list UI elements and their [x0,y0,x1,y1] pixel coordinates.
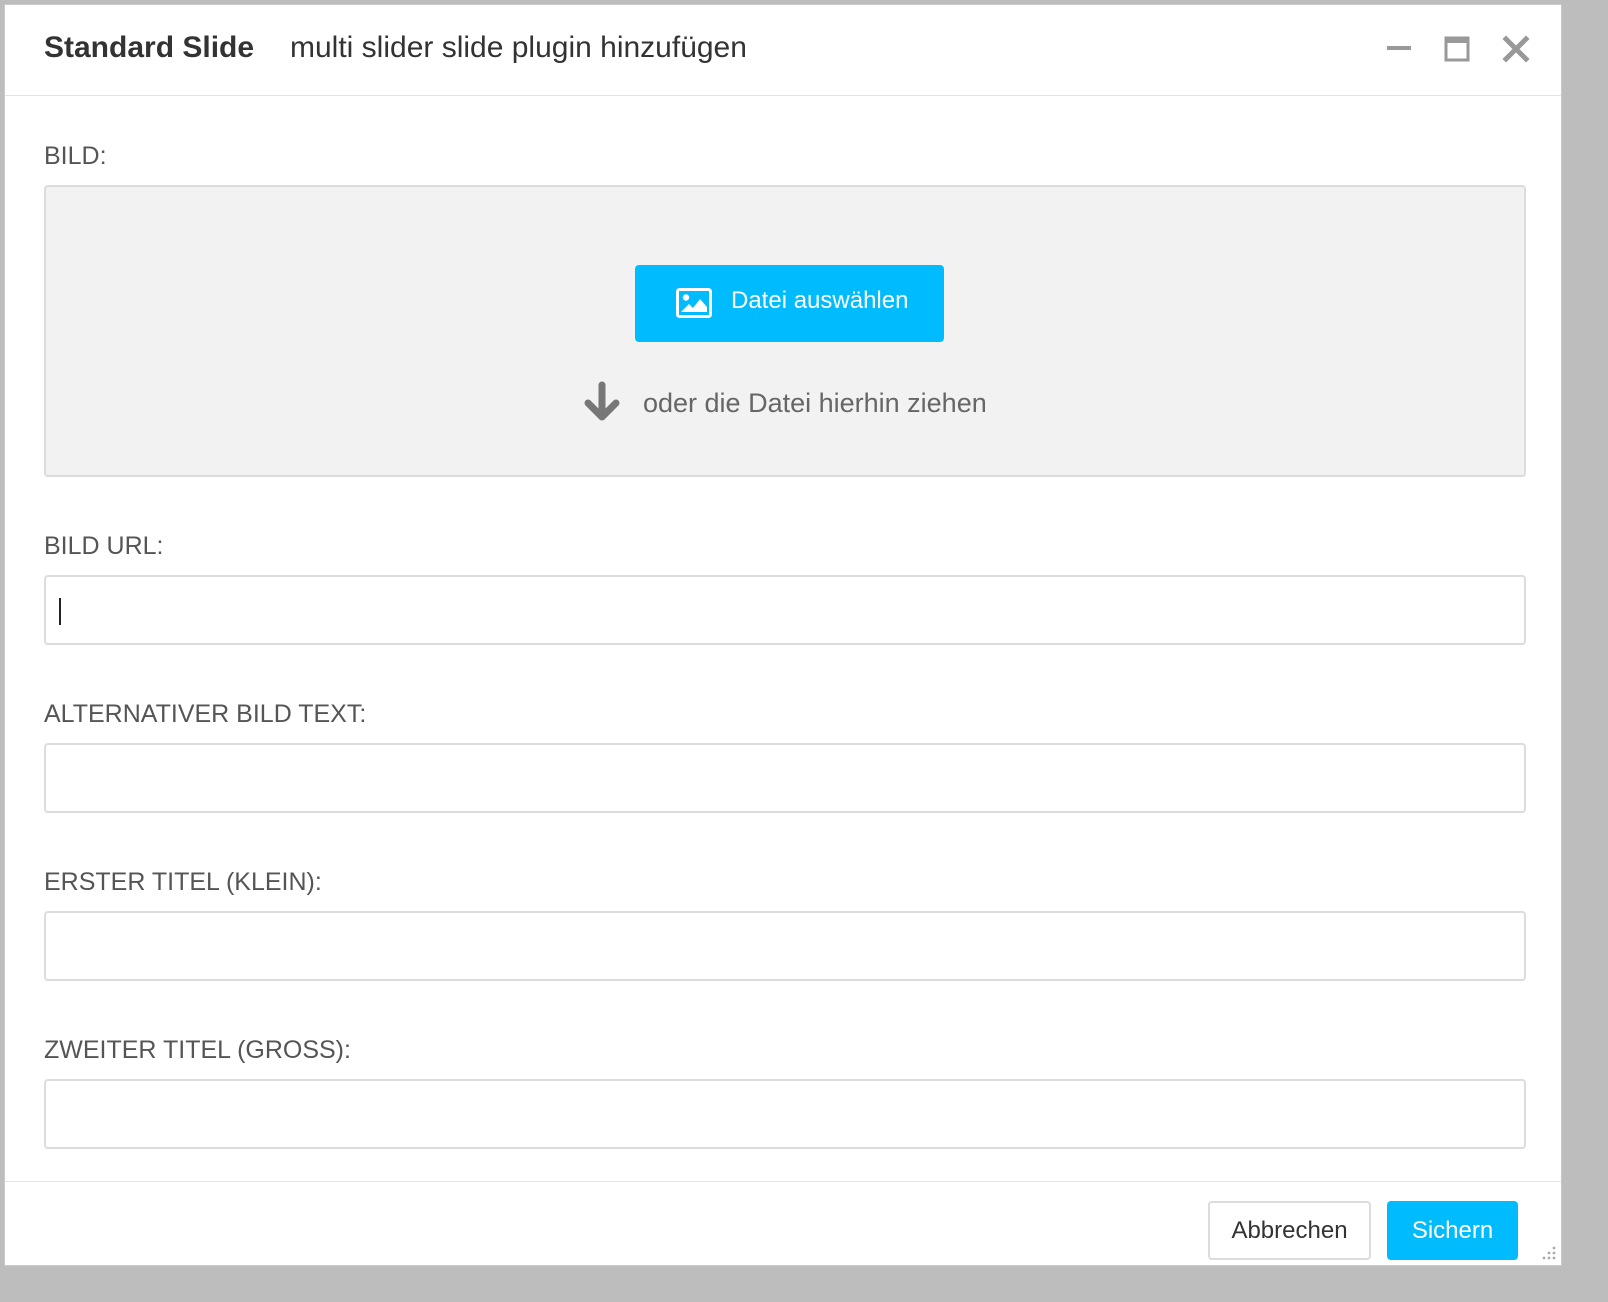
image-url-label: BILD URL: [44,532,164,560]
image-icon [676,288,712,318]
drop-hint-text: oder die Datei hierhin ziehen [643,388,987,418]
text-caret [59,598,61,625]
close-button[interactable] [1498,31,1534,67]
second-title-field[interactable] [44,1079,1526,1149]
dialog-footer: Abbrechen Sichern [5,1181,1561,1267]
alt-text-field[interactable] [44,743,1526,813]
first-title-field[interactable] [44,911,1526,981]
second-title-input[interactable] [46,1081,1524,1147]
second-title-label: ZWEITER TITEL (GROSS): [44,1036,351,1064]
close-icon [1502,35,1530,63]
save-button[interactable]: Sichern [1387,1201,1518,1260]
dialog-header: Standard Slide multi slider slide plugin… [5,5,1561,96]
minimize-button[interactable] [1381,31,1417,67]
choose-file-label: Datei auswählen [731,287,909,314]
maximize-icon [1444,36,1470,62]
alt-text-label: ALTERNATIVER BILD TEXT: [44,700,367,728]
dialog-window: Standard Slide multi slider slide plugin… [4,4,1562,1266]
image-dropzone[interactable]: Datei auswählen oder die Datei hierhin z… [44,185,1526,477]
resize-grip-icon[interactable] [1537,1241,1557,1261]
dialog-subtitle: multi slider slide plugin hinzufügen [290,31,747,64]
minimize-icon [1387,46,1411,50]
image-url-input[interactable] [46,577,1524,643]
dialog-title: Standard Slide [44,31,255,64]
cancel-button[interactable]: Abbrechen [1208,1201,1371,1260]
maximize-button[interactable] [1439,31,1475,67]
first-title-label: ERSTER TITEL (KLEIN): [44,868,322,896]
image-url-field[interactable] [44,575,1526,645]
choose-file-button[interactable]: Datei auswählen [635,265,944,342]
alt-text-input[interactable] [46,745,1524,811]
image-label: BILD: [44,142,107,170]
arrow-down-icon [584,381,620,421]
first-title-input[interactable] [46,913,1524,979]
